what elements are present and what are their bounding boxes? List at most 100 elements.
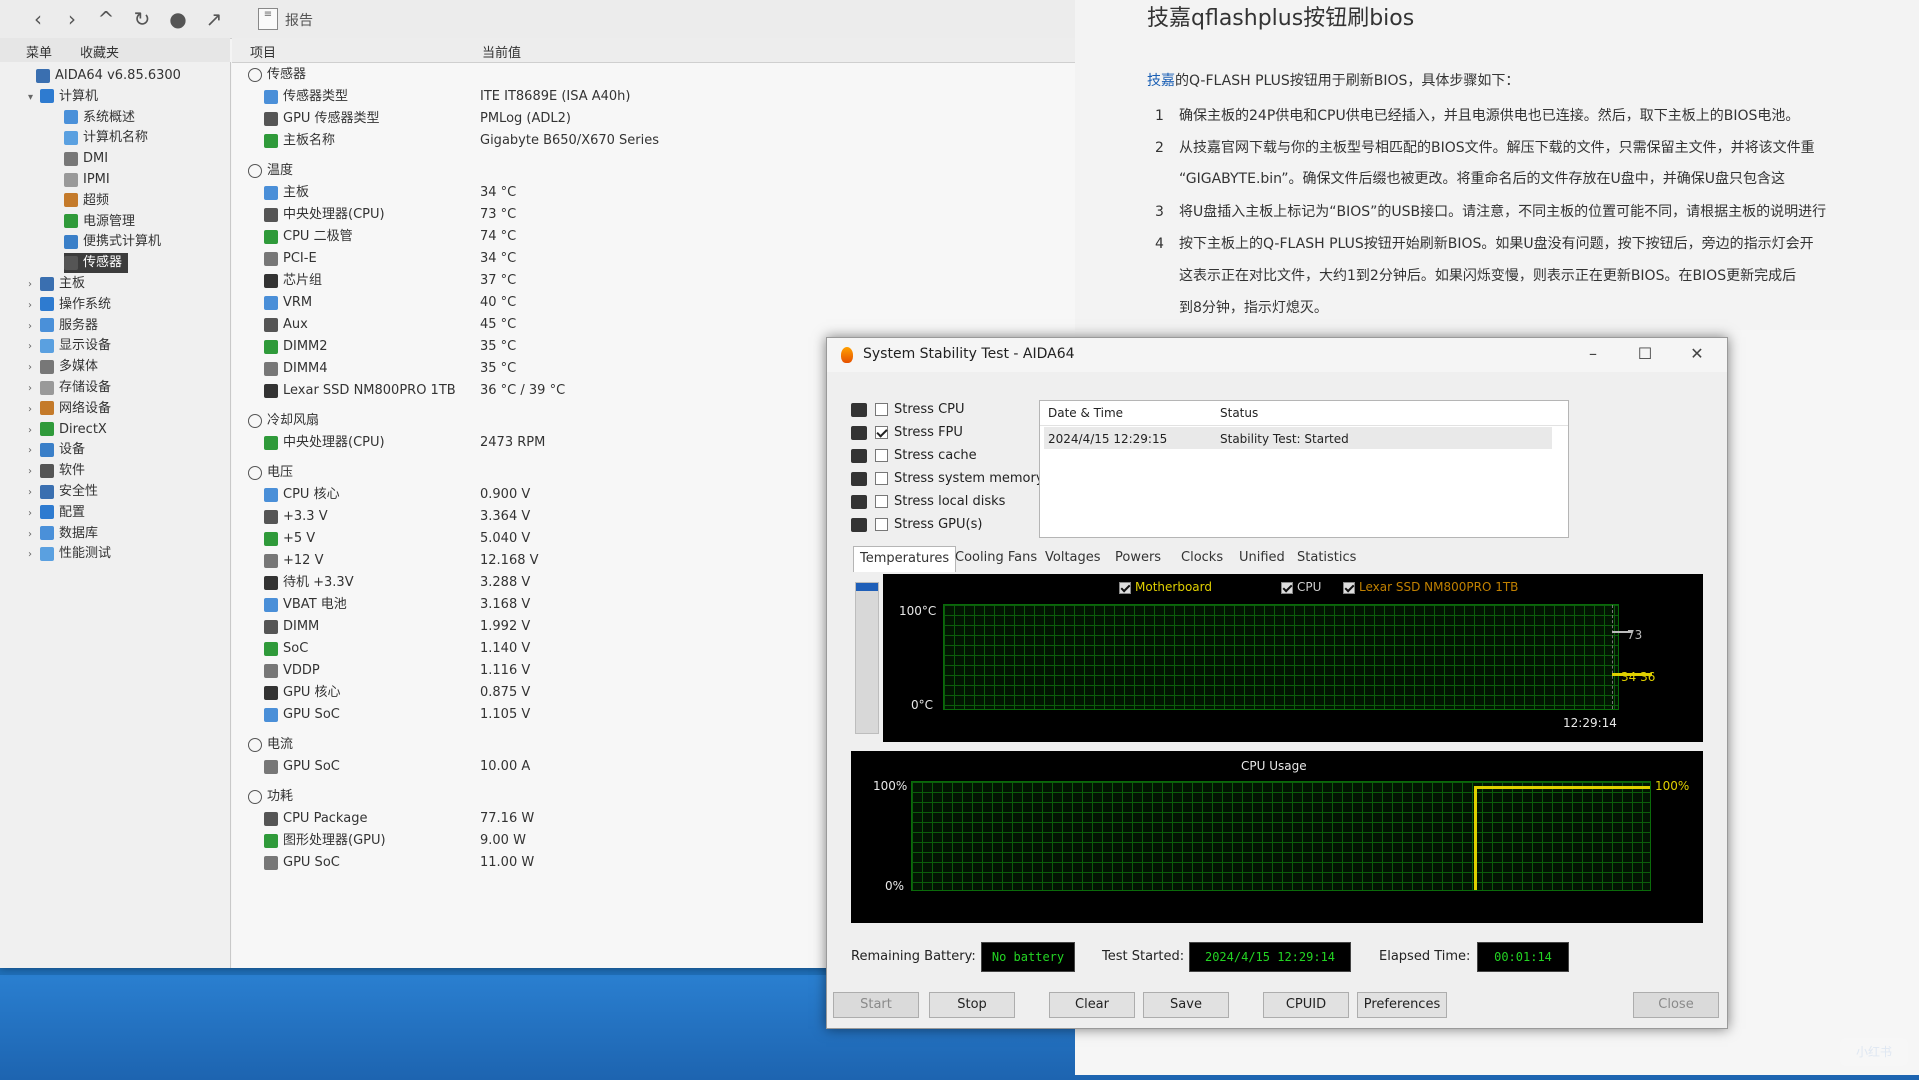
tab-favorites[interactable]: 收藏夹: [80, 42, 119, 61]
brand-link[interactable]: 技嘉: [1147, 73, 1175, 89]
tree-item[interactable]: ▾ 计算机: [28, 87, 98, 107]
column-item[interactable]: 项目: [250, 42, 276, 61]
legend-cpu[interactable]: CPU: [1281, 580, 1321, 594]
stress-checkbox[interactable]: [875, 426, 888, 439]
tree-item[interactable]: › 软件: [28, 461, 85, 481]
close-button[interactable]: Close: [1633, 992, 1719, 1018]
refresh-icon[interactable]: ↻: [130, 7, 154, 31]
tree-item[interactable]: › 存储设备: [28, 378, 111, 398]
tab-statistics[interactable]: Statistics: [1291, 546, 1362, 570]
sensor-row[interactable]: PCI-E 34 °C: [232, 248, 1072, 270]
tree-item[interactable]: 电源管理: [64, 212, 135, 232]
tree-item[interactable]: › 多媒体: [28, 357, 98, 377]
tree-item[interactable]: › 主板: [28, 274, 85, 294]
cpuid-button[interactable]: CPUID: [1263, 992, 1349, 1018]
tree-item[interactable]: 系统概述: [64, 108, 135, 128]
tree-item[interactable]: 超频: [64, 191, 109, 211]
expand-arrow-icon[interactable]: ›: [28, 525, 40, 545]
stress-checkbox[interactable]: [875, 403, 888, 416]
legend-motherboard[interactable]: Motherboard: [1119, 580, 1212, 594]
sensor-row[interactable]: 主板名称 Gigabyte B650/X670 Series: [232, 130, 1072, 152]
tree-item[interactable]: 传感器: [64, 253, 129, 274]
user-icon[interactable]: ●: [166, 7, 190, 31]
expand-arrow-icon[interactable]: ›: [28, 379, 40, 399]
sensor-row[interactable]: VRM 40 °C: [232, 292, 1072, 314]
side-scroll-thumb[interactable]: [856, 583, 878, 591]
column-value[interactable]: 当前值: [482, 42, 521, 61]
chart-icon[interactable]: ↗: [202, 7, 226, 31]
clear-button[interactable]: Clear: [1049, 992, 1135, 1018]
tree-item[interactable]: AIDA64 v6.85.6300: [24, 66, 181, 86]
tree-item[interactable]: › 操作系统: [28, 295, 111, 315]
tree-item[interactable]: › 显示设备: [28, 336, 111, 356]
tab-temperatures[interactable]: Temperatures: [853, 546, 957, 572]
legend-checkbox-motherboard[interactable]: [1119, 581, 1131, 594]
tree-item[interactable]: › 服务器: [28, 316, 98, 336]
tab-clocks[interactable]: Clocks: [1175, 546, 1229, 570]
sensor-section-header[interactable]: 温度: [232, 160, 1072, 182]
tree-item[interactable]: › 网络设备: [28, 399, 111, 419]
graph-side-scroll[interactable]: [855, 582, 879, 734]
expand-arrow-icon[interactable]: ›: [28, 441, 40, 461]
sensor-section-header[interactable]: 传感器: [232, 64, 1072, 86]
legend-checkbox-cpu[interactable]: [1281, 581, 1293, 594]
close-icon[interactable]: ✕: [1685, 344, 1709, 366]
stress-option[interactable]: Stress GPU(s): [851, 513, 982, 536]
log-col-datetime[interactable]: Date & Time: [1048, 406, 1123, 420]
tree-item[interactable]: › 安全性: [28, 482, 98, 502]
stress-option[interactable]: Stress system memory: [851, 467, 1044, 490]
tree-item[interactable]: DMI: [64, 149, 108, 169]
stress-checkbox[interactable]: [875, 449, 888, 462]
tab-powers[interactable]: Powers: [1109, 546, 1167, 570]
expand-arrow-icon[interactable]: ›: [28, 483, 40, 503]
stress-option[interactable]: Stress CPU: [851, 398, 965, 421]
tree-item[interactable]: › DirectX: [28, 420, 107, 440]
expand-arrow-icon[interactable]: ›: [28, 545, 40, 565]
sensor-row[interactable]: 中央处理器(CPU) 73 °C: [232, 204, 1072, 226]
legend-checkbox-ssd[interactable]: [1343, 581, 1355, 594]
tree-item[interactable]: › 性能测试: [28, 544, 111, 564]
sensor-row[interactable]: GPU 传感器类型 PMLog (ADL2): [232, 108, 1072, 130]
tree-item[interactable]: › 配置: [28, 503, 85, 523]
tab-cooling-fans[interactable]: Cooling Fans: [949, 546, 1043, 570]
log-col-status[interactable]: Status: [1220, 406, 1258, 420]
stress-checkbox[interactable]: [875, 495, 888, 508]
report-label[interactable]: 报告: [285, 10, 313, 30]
sensor-row[interactable]: Aux 45 °C: [232, 314, 1072, 336]
tab-unified[interactable]: Unified: [1233, 546, 1291, 570]
expand-arrow-icon[interactable]: ▾: [28, 88, 40, 108]
stress-checkbox[interactable]: [875, 518, 888, 531]
expand-arrow-icon[interactable]: ›: [28, 317, 40, 337]
preferences-button[interactable]: Preferences: [1357, 992, 1447, 1018]
stress-checkbox[interactable]: [875, 472, 888, 485]
sensor-row[interactable]: 传感器类型 ITE IT8689E (ISA A40h): [232, 86, 1072, 108]
forward-icon[interactable]: ›: [60, 7, 84, 31]
stress-option[interactable]: Stress cache: [851, 444, 977, 467]
tree-item[interactable]: › 设备: [28, 440, 85, 460]
expand-arrow-icon[interactable]: ›: [28, 337, 40, 357]
stop-button[interactable]: Stop: [929, 992, 1015, 1018]
expand-arrow-icon[interactable]: ›: [28, 358, 40, 378]
expand-arrow-icon[interactable]: ›: [28, 296, 40, 316]
legend-ssd[interactable]: Lexar SSD NM800PRO 1TB: [1343, 580, 1518, 594]
sensor-row[interactable]: 芯片组 37 °C: [232, 270, 1072, 292]
up-icon[interactable]: ^: [94, 7, 118, 31]
stress-option[interactable]: Stress local disks: [851, 490, 1005, 513]
back-icon[interactable]: ‹: [26, 7, 50, 31]
tree-item[interactable]: 便携式计算机: [64, 232, 161, 252]
expand-arrow-icon[interactable]: ›: [28, 462, 40, 482]
tab-menu[interactable]: 菜单: [26, 42, 52, 61]
sensor-row[interactable]: CPU 二极管 74 °C: [232, 226, 1072, 248]
log-entry[interactable]: 2024/4/15 12:29:15 Stability Test: Start…: [1044, 427, 1552, 449]
expand-arrow-icon[interactable]: ›: [28, 275, 40, 295]
save-button[interactable]: Save: [1143, 992, 1229, 1018]
expand-arrow-icon[interactable]: ›: [28, 400, 40, 420]
tree-item[interactable]: IPMI: [64, 170, 110, 190]
expand-arrow-icon[interactable]: ›: [28, 504, 40, 524]
tree-item[interactable]: 计算机名称: [64, 128, 148, 148]
stress-option[interactable]: Stress FPU: [851, 421, 963, 444]
tab-voltages[interactable]: Voltages: [1039, 546, 1107, 570]
report-icon[interactable]: ≡: [258, 8, 278, 30]
sensor-row[interactable]: 主板 34 °C: [232, 182, 1072, 204]
start-button[interactable]: Start: [833, 992, 919, 1018]
